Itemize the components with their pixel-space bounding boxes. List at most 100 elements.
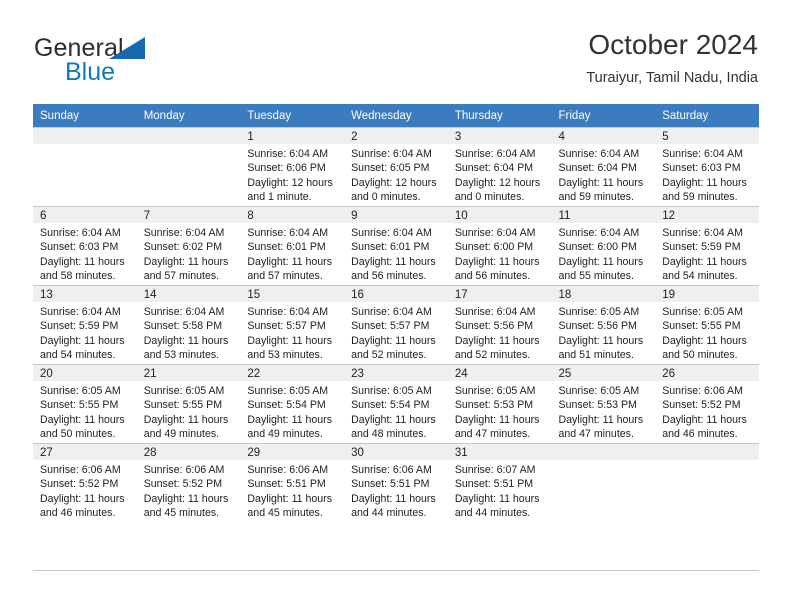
day-detail-daylight2: and 46 minutes. [40, 506, 116, 519]
day-detail-daylight1: Daylight: 11 hours [351, 413, 436, 426]
day-detail-sunset: Sunset: 5:56 PM [558, 320, 637, 333]
calendar-day-cell[interactable]: 23 Sunrise: 6:05 AM Sunset: 5:54 PM Dayligh… [344, 364, 448, 443]
calendar-day-cell[interactable]: 27 Sunrise: 6:06 AM Sunset: 5:52 PM Dayligh… [33, 443, 137, 522]
calendar-day-cell[interactable]: 24 Sunrise: 6:05 AM Sunset: 5:53 PM Dayligh… [447, 364, 552, 443]
calendar-cell-inner: 27 Sunrise: 6:06 AM Sunset: 5:52 PM Dayligh… [33, 443, 137, 522]
day-detail-daylight2: and 47 minutes. [454, 427, 531, 440]
calendar-day-cell[interactable]: 8 Sunrise: 6:04 AM Sunset: 6:01 PM Daylight… [240, 206, 345, 285]
calendar-day-cell[interactable]: 11 Sunrise: 6:04 AM Sunset: 6:00 PM Dayligh… [551, 206, 656, 285]
calendar-cell-empty [33, 127, 137, 206]
brand-logo[interactable]: General Blue [34, 34, 214, 94]
calendar-day-cell[interactable]: 4 Sunrise: 6:04 AM Sunset: 6:04 PM Daylight… [551, 127, 656, 206]
calendar-day-cell[interactable]: 12 Sunrise: 6:04 AM Sunset: 5:59 PM Dayligh… [655, 206, 759, 285]
day-detail-sunset: Sunset: 5:51 PM [351, 478, 430, 491]
day-detail-daylight2: and 53 minutes. [143, 348, 220, 361]
calendar-cell-inner: 23 Sunrise: 6:05 AM Sunset: 5:54 PM Dayligh… [344, 364, 448, 443]
day-detail-sunset: Sunset: 5:59 PM [662, 241, 741, 254]
calendar-cell-inner: 30 Sunrise: 6:06 AM Sunset: 5:51 PM Dayligh… [344, 443, 448, 522]
day-detail-sunset: Sunset: 6:02 PM [143, 241, 223, 254]
day-detail-sunrise: Sunrise: 6:04 AM [40, 306, 121, 318]
calendar-day-cell[interactable]: 22 Sunrise: 6:05 AM Sunset: 5:54 PM Dayligh… [240, 364, 345, 443]
day-detail-sunset: Sunset: 6:04 PM [454, 162, 534, 175]
day-detail-daylight1: Daylight: 11 hours [558, 176, 644, 189]
day-details: Sunrise: 6:04 AM Sunset: 6:02 PM Daylight:… [137, 223, 241, 283]
calendar-day-cell[interactable]: 6 Sunrise: 6:04 AM Sunset: 6:03 PM Daylight… [33, 206, 137, 285]
day-detail-sunset: Sunset: 5:52 PM [662, 399, 741, 412]
day-number: 5 [655, 128, 759, 144]
weekday-header-sunday: Sunday [33, 104, 137, 127]
day-details: Sunrise: 6:04 AM Sunset: 5:59 PM Daylight:… [33, 302, 137, 362]
calendar-day-cell[interactable]: 15 Sunrise: 6:04 AM Sunset: 5:57 PM Dayligh… [240, 285, 345, 364]
day-number: 26 [655, 365, 759, 381]
weekday-header-monday: Monday [136, 104, 241, 127]
day-number: 29 [240, 444, 345, 460]
calendar-day-cell[interactable]: 19 Sunrise: 6:05 AM Sunset: 5:55 PM Dayligh… [655, 285, 759, 364]
day-details: Sunrise: 6:04 AM Sunset: 5:59 PM Daylight:… [655, 223, 759, 283]
calendar-cell-empty [655, 443, 759, 522]
calendar-day-cell[interactable]: 14 Sunrise: 6:04 AM Sunset: 5:58 PM Dayligh… [136, 285, 241, 364]
calendar-day-cell[interactable]: 7 Sunrise: 6:04 AM Sunset: 6:02 PM Daylight… [136, 206, 241, 285]
weekday-header-friday: Friday [551, 104, 656, 127]
day-detail-sunset: Sunset: 6:00 PM [454, 241, 534, 254]
day-detail-daylight1: Daylight: 11 hours [143, 492, 229, 505]
day-number: 19 [655, 286, 759, 302]
calendar-day-cell[interactable]: 5 Sunrise: 6:04 AM Sunset: 6:03 PM Daylight… [655, 127, 759, 206]
calendar-day-cell[interactable]: 17 Sunrise: 6:04 AM Sunset: 5:56 PM Dayligh… [447, 285, 552, 364]
day-detail-sunrise: Sunrise: 6:05 AM [143, 385, 225, 397]
day-detail-daylight1: Daylight: 11 hours [247, 492, 333, 505]
day-detail-sunset: Sunset: 5:55 PM [40, 399, 119, 412]
day-detail-daylight2: and 47 minutes. [558, 427, 634, 440]
day-number: 8 [240, 207, 345, 223]
calendar-day-cell[interactable]: 1 Sunrise: 6:04 AM Sunset: 6:06 PM Daylight… [240, 127, 345, 206]
day-detail-daylight2: and 0 minutes. [454, 190, 525, 203]
calendar-day-cell[interactable]: 28 Sunrise: 6:06 AM Sunset: 5:52 PM Dayligh… [136, 443, 241, 522]
calendar-day-cell[interactable]: 20 Sunrise: 6:05 AM Sunset: 5:55 PM Dayligh… [33, 364, 137, 443]
day-detail-sunset: Sunset: 6:05 PM [351, 162, 430, 175]
calendar-day-cell[interactable]: 3 Sunrise: 6:04 AM Sunset: 6:04 PM Daylight… [447, 127, 552, 206]
calendar-day-cell[interactable]: 9 Sunrise: 6:04 AM Sunset: 6:01 PM Daylight… [344, 206, 448, 285]
day-detail-sunrise: Sunrise: 6:04 AM [351, 227, 432, 239]
calendar-day-cell[interactable]: 25 Sunrise: 6:05 AM Sunset: 5:53 PM Dayligh… [551, 364, 656, 443]
calendar-cell-inner: 13 Sunrise: 6:04 AM Sunset: 5:59 PM Dayligh… [33, 285, 137, 364]
weekday-header-thursday: Thursday [447, 104, 552, 127]
calendar-body: 1 Sunrise: 6:04 AM Sunset: 6:06 PM Daylight… [33, 127, 759, 522]
calendar-day-cell[interactable]: 2 Sunrise: 6:04 AM Sunset: 6:05 PM Daylight… [344, 127, 448, 206]
calendar-day-cell[interactable]: 16 Sunrise: 6:04 AM Sunset: 5:57 PM Dayligh… [344, 285, 448, 364]
calendar-day-cell[interactable]: 10 Sunrise: 6:04 AM Sunset: 6:00 PM Dayligh… [447, 206, 552, 285]
day-detail-daylight2: and 54 minutes. [662, 269, 738, 282]
day-details: Sunrise: 6:06 AM Sunset: 5:51 PM Daylight:… [240, 460, 344, 520]
day-detail-daylight1: Daylight: 11 hours [143, 413, 229, 426]
day-detail-daylight2: and 45 minutes. [247, 506, 323, 519]
day-detail-daylight1: Daylight: 11 hours [351, 492, 436, 505]
day-detail-daylight2: and 53 minutes. [247, 348, 323, 361]
calendar-day-cell[interactable]: 31 Sunrise: 6:07 AM Sunset: 5:51 PM Dayligh… [447, 443, 552, 522]
day-detail-sunset: Sunset: 6:03 PM [662, 162, 741, 175]
day-detail-sunset: Sunset: 5:56 PM [454, 320, 534, 333]
day-detail-daylight1: Daylight: 11 hours [558, 255, 644, 268]
day-detail-sunrise: Sunrise: 6:06 AM [40, 464, 121, 476]
calendar-cell-inner: 25 Sunrise: 6:05 AM Sunset: 5:53 PM Dayligh… [551, 364, 656, 443]
day-detail-sunrise: Sunrise: 6:04 AM [558, 148, 640, 160]
day-number: 4 [551, 128, 656, 144]
calendar-day-cell[interactable]: 26 Sunrise: 6:06 AM Sunset: 5:52 PM Dayligh… [655, 364, 759, 443]
day-details: Sunrise: 6:04 AM Sunset: 6:05 PM Daylight:… [344, 144, 448, 204]
calendar-day-cell[interactable]: 13 Sunrise: 6:04 AM Sunset: 5:59 PM Dayligh… [33, 285, 137, 364]
day-detail-daylight1: Daylight: 12 hours [247, 176, 333, 189]
calendar-cell-inner: 18 Sunrise: 6:05 AM Sunset: 5:56 PM Dayligh… [551, 285, 656, 364]
day-detail-daylight1: Daylight: 11 hours [558, 334, 644, 347]
calendar-week-row: 13 Sunrise: 6:04 AM Sunset: 5:59 PM Dayligh… [33, 285, 759, 364]
calendar-day-cell[interactable]: 18 Sunrise: 6:05 AM Sunset: 5:56 PM Dayligh… [551, 285, 656, 364]
calendar-cell-inner: 21 Sunrise: 6:05 AM Sunset: 5:55 PM Dayligh… [136, 364, 241, 443]
day-details: Sunrise: 6:04 AM Sunset: 5:56 PM Daylight:… [448, 302, 552, 362]
day-number: 16 [344, 286, 448, 302]
calendar-day-cell[interactable]: 29 Sunrise: 6:06 AM Sunset: 5:51 PM Dayligh… [240, 443, 345, 522]
calendar-week-row: 6 Sunrise: 6:04 AM Sunset: 6:03 PM Daylight… [33, 206, 759, 285]
day-detail-sunrise: Sunrise: 6:05 AM [351, 385, 432, 397]
day-number [551, 444, 656, 460]
day-detail-daylight1: Daylight: 11 hours [662, 255, 747, 268]
table-bottom-border [33, 570, 759, 571]
calendar-day-cell[interactable]: 30 Sunrise: 6:06 AM Sunset: 5:51 PM Dayligh… [344, 443, 448, 522]
calendar-day-cell[interactable]: 21 Sunrise: 6:05 AM Sunset: 5:55 PM Dayligh… [136, 364, 241, 443]
day-detail-daylight2: and 56 minutes. [454, 269, 531, 282]
day-details: Sunrise: 6:06 AM Sunset: 5:52 PM Daylight:… [655, 381, 759, 441]
